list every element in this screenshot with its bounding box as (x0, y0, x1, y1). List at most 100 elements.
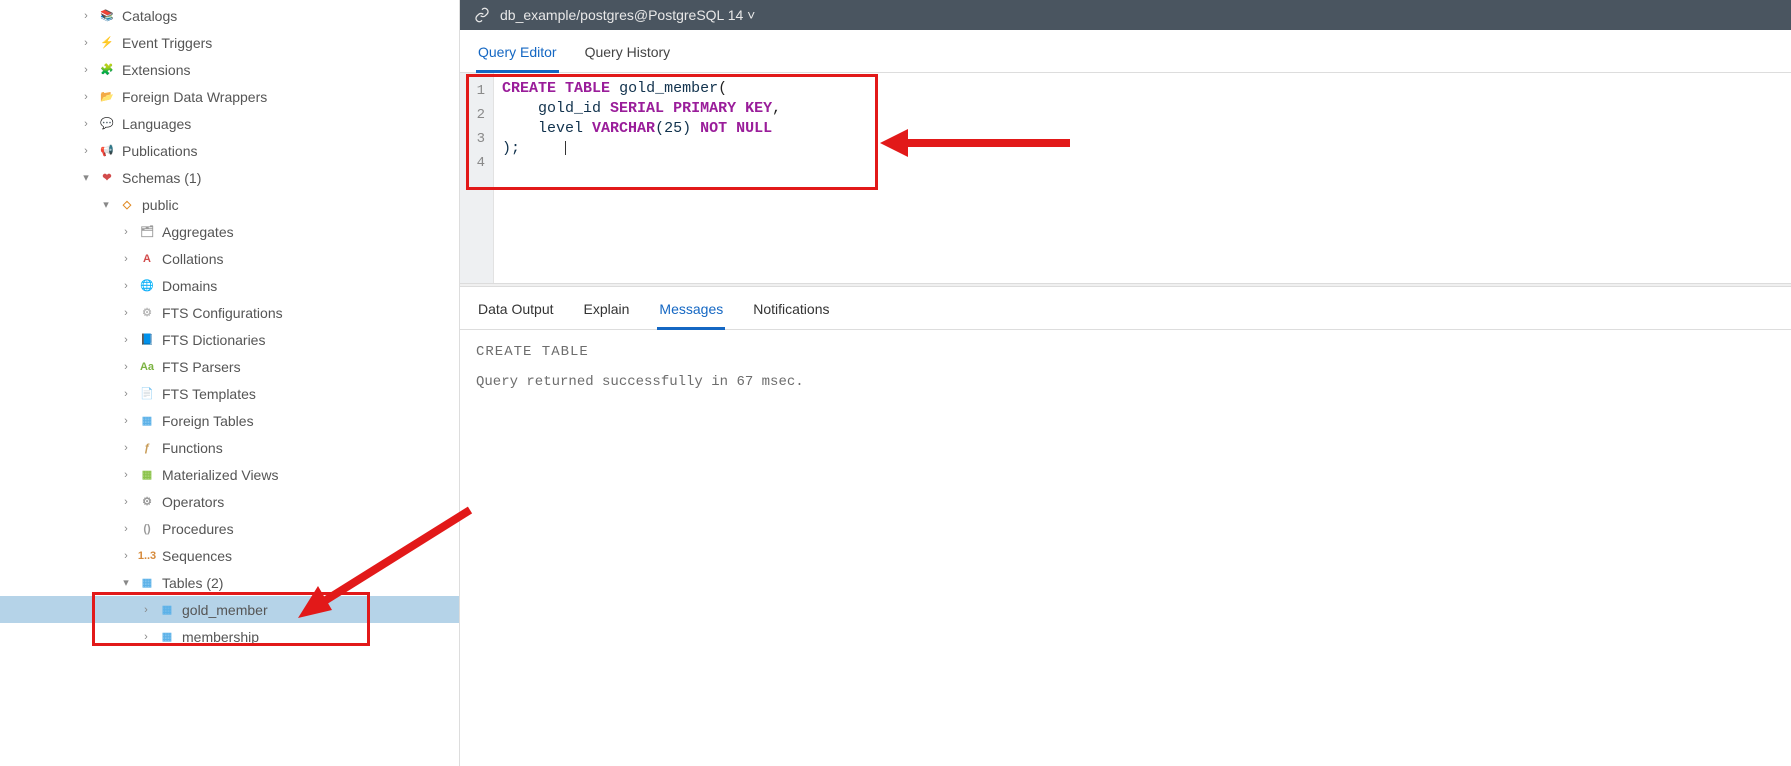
chevron-right-icon[interactable]: › (120, 550, 132, 562)
chevron-right-icon[interactable]: › (80, 37, 92, 49)
chevron-right-icon[interactable]: › (120, 280, 132, 292)
chevron-right-icon[interactable]: › (80, 64, 92, 76)
tree-icon: Aa (138, 358, 156, 376)
tree-item-languages[interactable]: ›💬Languages (0, 110, 459, 137)
tree-icon: ⚙ (138, 493, 156, 511)
tree-item-label: Foreign Tables (162, 413, 254, 429)
editor-tabs: Query Editor Query History (460, 30, 1791, 73)
text-cursor (565, 141, 566, 155)
tree-item-label: Publications (122, 143, 198, 159)
tree-icon: ▦ (158, 601, 176, 619)
chevron-right-icon[interactable]: › (80, 91, 92, 103)
messages-body: Query returned successfully in 67 msec. (476, 374, 1775, 390)
chevron-right-icon[interactable]: › (120, 334, 132, 346)
chevron-right-icon[interactable]: › (120, 496, 132, 508)
tree-item-domains[interactable]: › 🌐 Domains (0, 272, 459, 299)
tree-icon: A (138, 250, 156, 268)
tree-item-functions[interactable]: › ƒ Functions (0, 434, 459, 461)
messages-header: CREATE TABLE (476, 344, 1775, 360)
tree-icon: 🗂 (138, 223, 156, 241)
tree-icon: 🧩 (98, 61, 116, 79)
tree-item-label: Collations (162, 251, 223, 267)
tree-icon: ▦ (138, 466, 156, 484)
tab-data-output[interactable]: Data Output (476, 299, 556, 329)
tree-item-label: Tables (2) (162, 575, 223, 591)
tree-icon: 📂 (98, 88, 116, 106)
chevron-down-icon[interactable]: ▾ (120, 576, 132, 589)
chevron-right-icon[interactable]: › (120, 307, 132, 319)
tree-item-procedures[interactable]: ›()Procedures (0, 515, 459, 542)
tree-icon: ▦ (138, 574, 156, 592)
connection-path-bar[interactable]: db_example/postgres@PostgreSQL 14 ˅ (460, 0, 1791, 30)
tree-item-publications[interactable]: ›📢Publications (0, 137, 459, 164)
tree-icon: 📄 (138, 385, 156, 403)
chevron-right-icon[interactable]: › (120, 361, 132, 373)
tab-query-editor[interactable]: Query Editor (476, 40, 559, 73)
chevron-right-icon[interactable]: › (120, 469, 132, 481)
tree-item-fts-dictionaries[interactable]: ›📘FTS Dictionaries (0, 326, 459, 353)
tab-query-history[interactable]: Query History (583, 40, 673, 72)
tree-icon: ƒ (138, 439, 156, 457)
chevron-right-icon[interactable]: › (140, 604, 152, 616)
editor-code[interactable]: CREATE TABLE gold_member( gold_id SERIAL… (494, 73, 1791, 283)
tree-item-foreign-tables[interactable]: › ▦ Foreign Tables (0, 407, 459, 434)
chevron-right-icon[interactable]: › (120, 415, 132, 427)
tree-item-label: FTS Configurations (162, 305, 283, 321)
tree-item-schemas-1[interactable]: ▾ ❤ Schemas (1) (0, 164, 459, 191)
tree-icon: ❤ (98, 169, 116, 187)
chevron-right-icon[interactable]: › (80, 145, 92, 157)
tree-item-label: Schemas (1) (122, 170, 201, 186)
editor-gutter: 1 2 3 4 (460, 73, 494, 283)
tree-icon: 🌐 (138, 277, 156, 295)
chevron-right-icon[interactable]: › (120, 523, 132, 535)
tree-item-sequences[interactable]: ›1..3Sequences (0, 542, 459, 569)
tree-item-label: FTS Dictionaries (162, 332, 265, 348)
tree-icon: ◇ (118, 196, 136, 214)
tree-item-operators[interactable]: ›⚙Operators (0, 488, 459, 515)
chevron-right-icon[interactable]: › (120, 253, 132, 265)
sql-editor[interactable]: 1 2 3 4 CREATE TABLE gold_member( gold_i… (460, 73, 1791, 283)
tab-explain[interactable]: Explain (582, 299, 632, 329)
chevron-down-icon[interactable]: ▾ (80, 171, 92, 184)
tree-item-label: Sequences (162, 548, 232, 564)
tree-item-fts-templates[interactable]: ›📄FTS Templates (0, 380, 459, 407)
tree-item-label: FTS Parsers (162, 359, 241, 375)
chevron-right-icon[interactable]: › (120, 442, 132, 454)
tree-item-extensions[interactable]: › 🧩 Extensions (0, 56, 459, 83)
tree-icon: ⚙ (138, 304, 156, 322)
tab-notifications[interactable]: Notifications (751, 299, 831, 329)
tree-item-event-triggers[interactable]: ›⚡Event Triggers (0, 29, 459, 56)
tree-item-materialized-views[interactable]: › ▦ Materialized Views (0, 461, 459, 488)
chevron-right-icon[interactable]: › (80, 118, 92, 130)
tab-messages[interactable]: Messages (657, 299, 725, 330)
tree-item-public[interactable]: ▾◇public (0, 191, 459, 218)
main-panel: db_example/postgres@PostgreSQL 14 ˅ Quer… (460, 0, 1791, 766)
chevron-right-icon[interactable]: › (80, 10, 92, 22)
tree-item-fts-parsers[interactable]: › Aa FTS Parsers (0, 353, 459, 380)
chevron-down-icon[interactable]: ▾ (100, 198, 112, 211)
tree-icon: ⚡ (98, 34, 116, 52)
object-browser-sidebar: ›📚Catalogs›⚡Event Triggers›🧩Extensions›📂… (0, 0, 460, 766)
messages-panel: CREATE TABLE Query returned successfully… (460, 330, 1791, 404)
tree-item-tables-2[interactable]: ▾ ▦ Tables (2) (0, 569, 459, 596)
tree-item-label: Foreign Data Wrappers (122, 89, 267, 105)
tree-item-aggregates[interactable]: › 🗂 Aggregates (0, 218, 459, 245)
tree-item-catalogs[interactable]: ›📚Catalogs (0, 2, 459, 29)
tree-item-gold-member[interactable]: ›▦gold_member (0, 596, 459, 623)
tree-item-fts-configurations[interactable]: › ⚙ FTS Configurations (0, 299, 459, 326)
chevron-right-icon[interactable]: › (120, 226, 132, 238)
chevron-right-icon[interactable]: › (140, 631, 152, 643)
connection-path-text[interactable]: db_example/postgres@PostgreSQL 14 ˅ (500, 7, 755, 23)
chevron-right-icon[interactable]: › (120, 388, 132, 400)
tree-item-foreign-data-wrappers[interactable]: › 📂 Foreign Data Wrappers (0, 83, 459, 110)
tree-item-label: Functions (162, 440, 223, 456)
tree-item-label: Materialized Views (162, 467, 278, 483)
tree-icon: ▦ (138, 412, 156, 430)
tree-item-collations[interactable]: › A Collations (0, 245, 459, 272)
tree-item-label: Extensions (122, 62, 190, 78)
tree-icon: ▦ (158, 628, 176, 646)
tree-item-membership[interactable]: ›▦membership (0, 623, 459, 650)
tree-item-label: Domains (162, 278, 217, 294)
tree-item-label: Aggregates (162, 224, 234, 240)
tree-item-label: Procedures (162, 521, 234, 537)
